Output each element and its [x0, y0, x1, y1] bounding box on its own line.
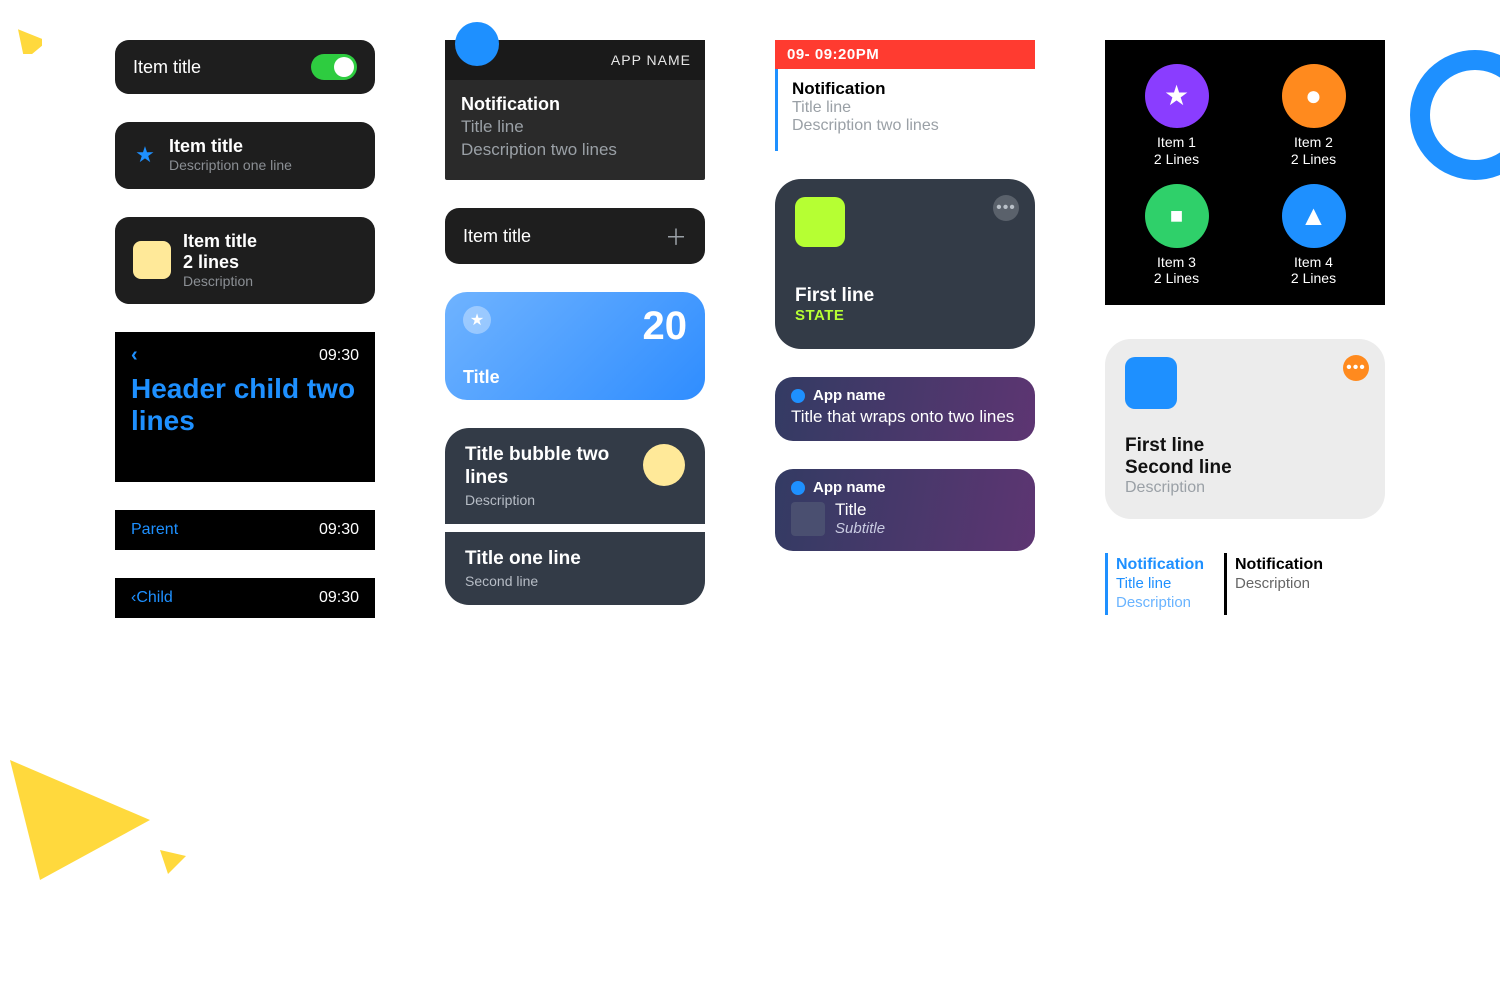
app-grid: ★ Item 1 2 Lines ● Item 2 2 Lines ■ Item… [1105, 40, 1385, 305]
star-icon: ★ [1145, 64, 1209, 128]
grid-sub: 2 Lines [1154, 151, 1199, 167]
widget-line2: Second line [1125, 457, 1365, 479]
metric-title: Title [463, 367, 500, 388]
star-icon: ★ [133, 143, 157, 167]
clock-text: 09:30 [319, 521, 359, 539]
plus-icon[interactable]: ＋ [665, 220, 687, 252]
item-title-2: 2 lines [183, 252, 257, 273]
breadcrumb-label: Parent [131, 521, 178, 539]
widget-line1: First line [1125, 435, 1365, 457]
grid-label: Item 3 [1157, 254, 1196, 270]
item-title: Item title [169, 136, 292, 157]
card-subtitle: Subtitle [835, 520, 885, 537]
bubble-line1: Title one line [465, 548, 581, 571]
notif-title: Notification [461, 92, 689, 116]
widget-desc: Description [1125, 479, 1365, 497]
metric-value: 20 [643, 306, 688, 346]
header-title: Header child two lines [131, 373, 359, 437]
snip-title: Notification [1116, 555, 1204, 575]
star-icon: ★ [463, 306, 491, 334]
grid-sub: 2 Lines [1154, 270, 1199, 286]
clock-text: 09:30 [319, 347, 359, 365]
bubble-card-bottom[interactable]: Title one line Second line [445, 532, 705, 605]
grid-label: Item 2 [1294, 134, 1333, 150]
snip-sub: Title line [1116, 575, 1204, 594]
triangle-icon: ▲ [1282, 184, 1346, 248]
thumb-icon [791, 502, 825, 536]
snip-desc: Description [1235, 575, 1323, 594]
app-dot-icon [791, 389, 805, 403]
breadcrumb-parent[interactable]: Parent 09:30 [115, 510, 375, 550]
grid-item-4[interactable]: ▲ Item 4 2 Lines [1260, 184, 1367, 288]
clock-text: 09:30 [319, 589, 359, 607]
gradient-card-2[interactable]: App name Title Subtitle [775, 469, 1035, 551]
grid-item-2[interactable]: ● Item 2 2 Lines [1260, 64, 1367, 168]
widget-state: STATE [795, 307, 1015, 324]
snip-desc: Description [1116, 594, 1204, 613]
grid-item-1[interactable]: ★ Item 1 2 Lines [1123, 64, 1230, 168]
notif-snippet-blue[interactable]: Notification Title line Description [1105, 553, 1204, 615]
bubble-desc: Description [465, 492, 629, 508]
app-name: App name [813, 387, 886, 404]
notification-card-light[interactable]: 09- 09:20PM Notification Title line Desc… [775, 40, 1035, 151]
widget-card[interactable]: ••• First line STATE [775, 179, 1035, 349]
more-icon[interactable]: ••• [993, 195, 1019, 221]
item-desc: Description [183, 273, 257, 291]
square-icon [133, 241, 171, 279]
widget-card-light[interactable]: ••• First line Second line Description [1105, 339, 1385, 519]
circle-icon [643, 444, 685, 486]
toggle-switch[interactable] [311, 54, 357, 80]
bubble-card-top[interactable]: Title bubble two lines Description [445, 428, 705, 524]
notif-subtitle: Title line [792, 99, 1025, 117]
app-square-icon [795, 197, 845, 247]
square-icon: ■ [1145, 184, 1209, 248]
more-icon[interactable]: ••• [1343, 355, 1369, 381]
breadcrumb-label: Child [136, 589, 172, 607]
item-title: Item title [183, 231, 257, 252]
grid-sub: 2 Lines [1291, 151, 1336, 167]
card-text: Title that wraps onto two lines [791, 406, 1019, 427]
list-item-star[interactable]: ★ Item title Description one line [115, 122, 375, 189]
notification-snippets: Notification Title line Description Noti… [1105, 553, 1385, 615]
notif-subtitle: Title line [461, 116, 689, 139]
card-title: Title [835, 500, 885, 520]
grid-label: Item 4 [1294, 254, 1333, 270]
list-item-twoline[interactable]: Item title 2 lines Description [115, 217, 375, 305]
item-desc: Description one line [169, 157, 292, 175]
grid-item-3[interactable]: ■ Item 3 2 Lines [1123, 184, 1230, 288]
notif-time: 09- 09:20PM [775, 40, 1035, 69]
breadcrumb-child[interactable]: ‹ Child 09:30 [115, 578, 375, 618]
item-title: Item title [463, 226, 531, 247]
widget-line1: First line [795, 285, 1015, 307]
list-item-toggle[interactable]: Item title [115, 40, 375, 94]
app-name: APP NAME [611, 52, 691, 68]
list-item-add[interactable]: Item title ＋ [445, 208, 705, 264]
notification-card-dark[interactable]: APP NAME Notification Title line Descrip… [445, 40, 705, 180]
circle-icon: ● [1282, 64, 1346, 128]
gradient-card-1[interactable]: App name Title that wraps onto two lines [775, 377, 1035, 441]
app-dot-icon [791, 481, 805, 495]
bubble-title: Title bubble two lines [465, 444, 629, 490]
app-square-icon [1125, 357, 1177, 409]
grid-sub: 2 Lines [1291, 270, 1336, 286]
notif-title: Notification [792, 79, 1025, 99]
back-chevron-icon[interactable]: ‹ [131, 344, 138, 367]
metric-tile[interactable]: ★ 20 Title [445, 292, 705, 400]
app-name: App name [813, 479, 886, 496]
notif-snippet-black[interactable]: Notification Description [1224, 553, 1323, 615]
notif-desc: Description two lines [792, 117, 1025, 135]
item-title: Item title [133, 57, 201, 78]
app-dot-icon [455, 22, 499, 66]
bubble-line2: Second line [465, 573, 581, 589]
notif-desc: Description two lines [461, 139, 689, 162]
snip-title: Notification [1235, 555, 1323, 575]
grid-label: Item 1 [1157, 134, 1196, 150]
header-panel: ‹ 09:30 Header child two lines [115, 332, 375, 482]
